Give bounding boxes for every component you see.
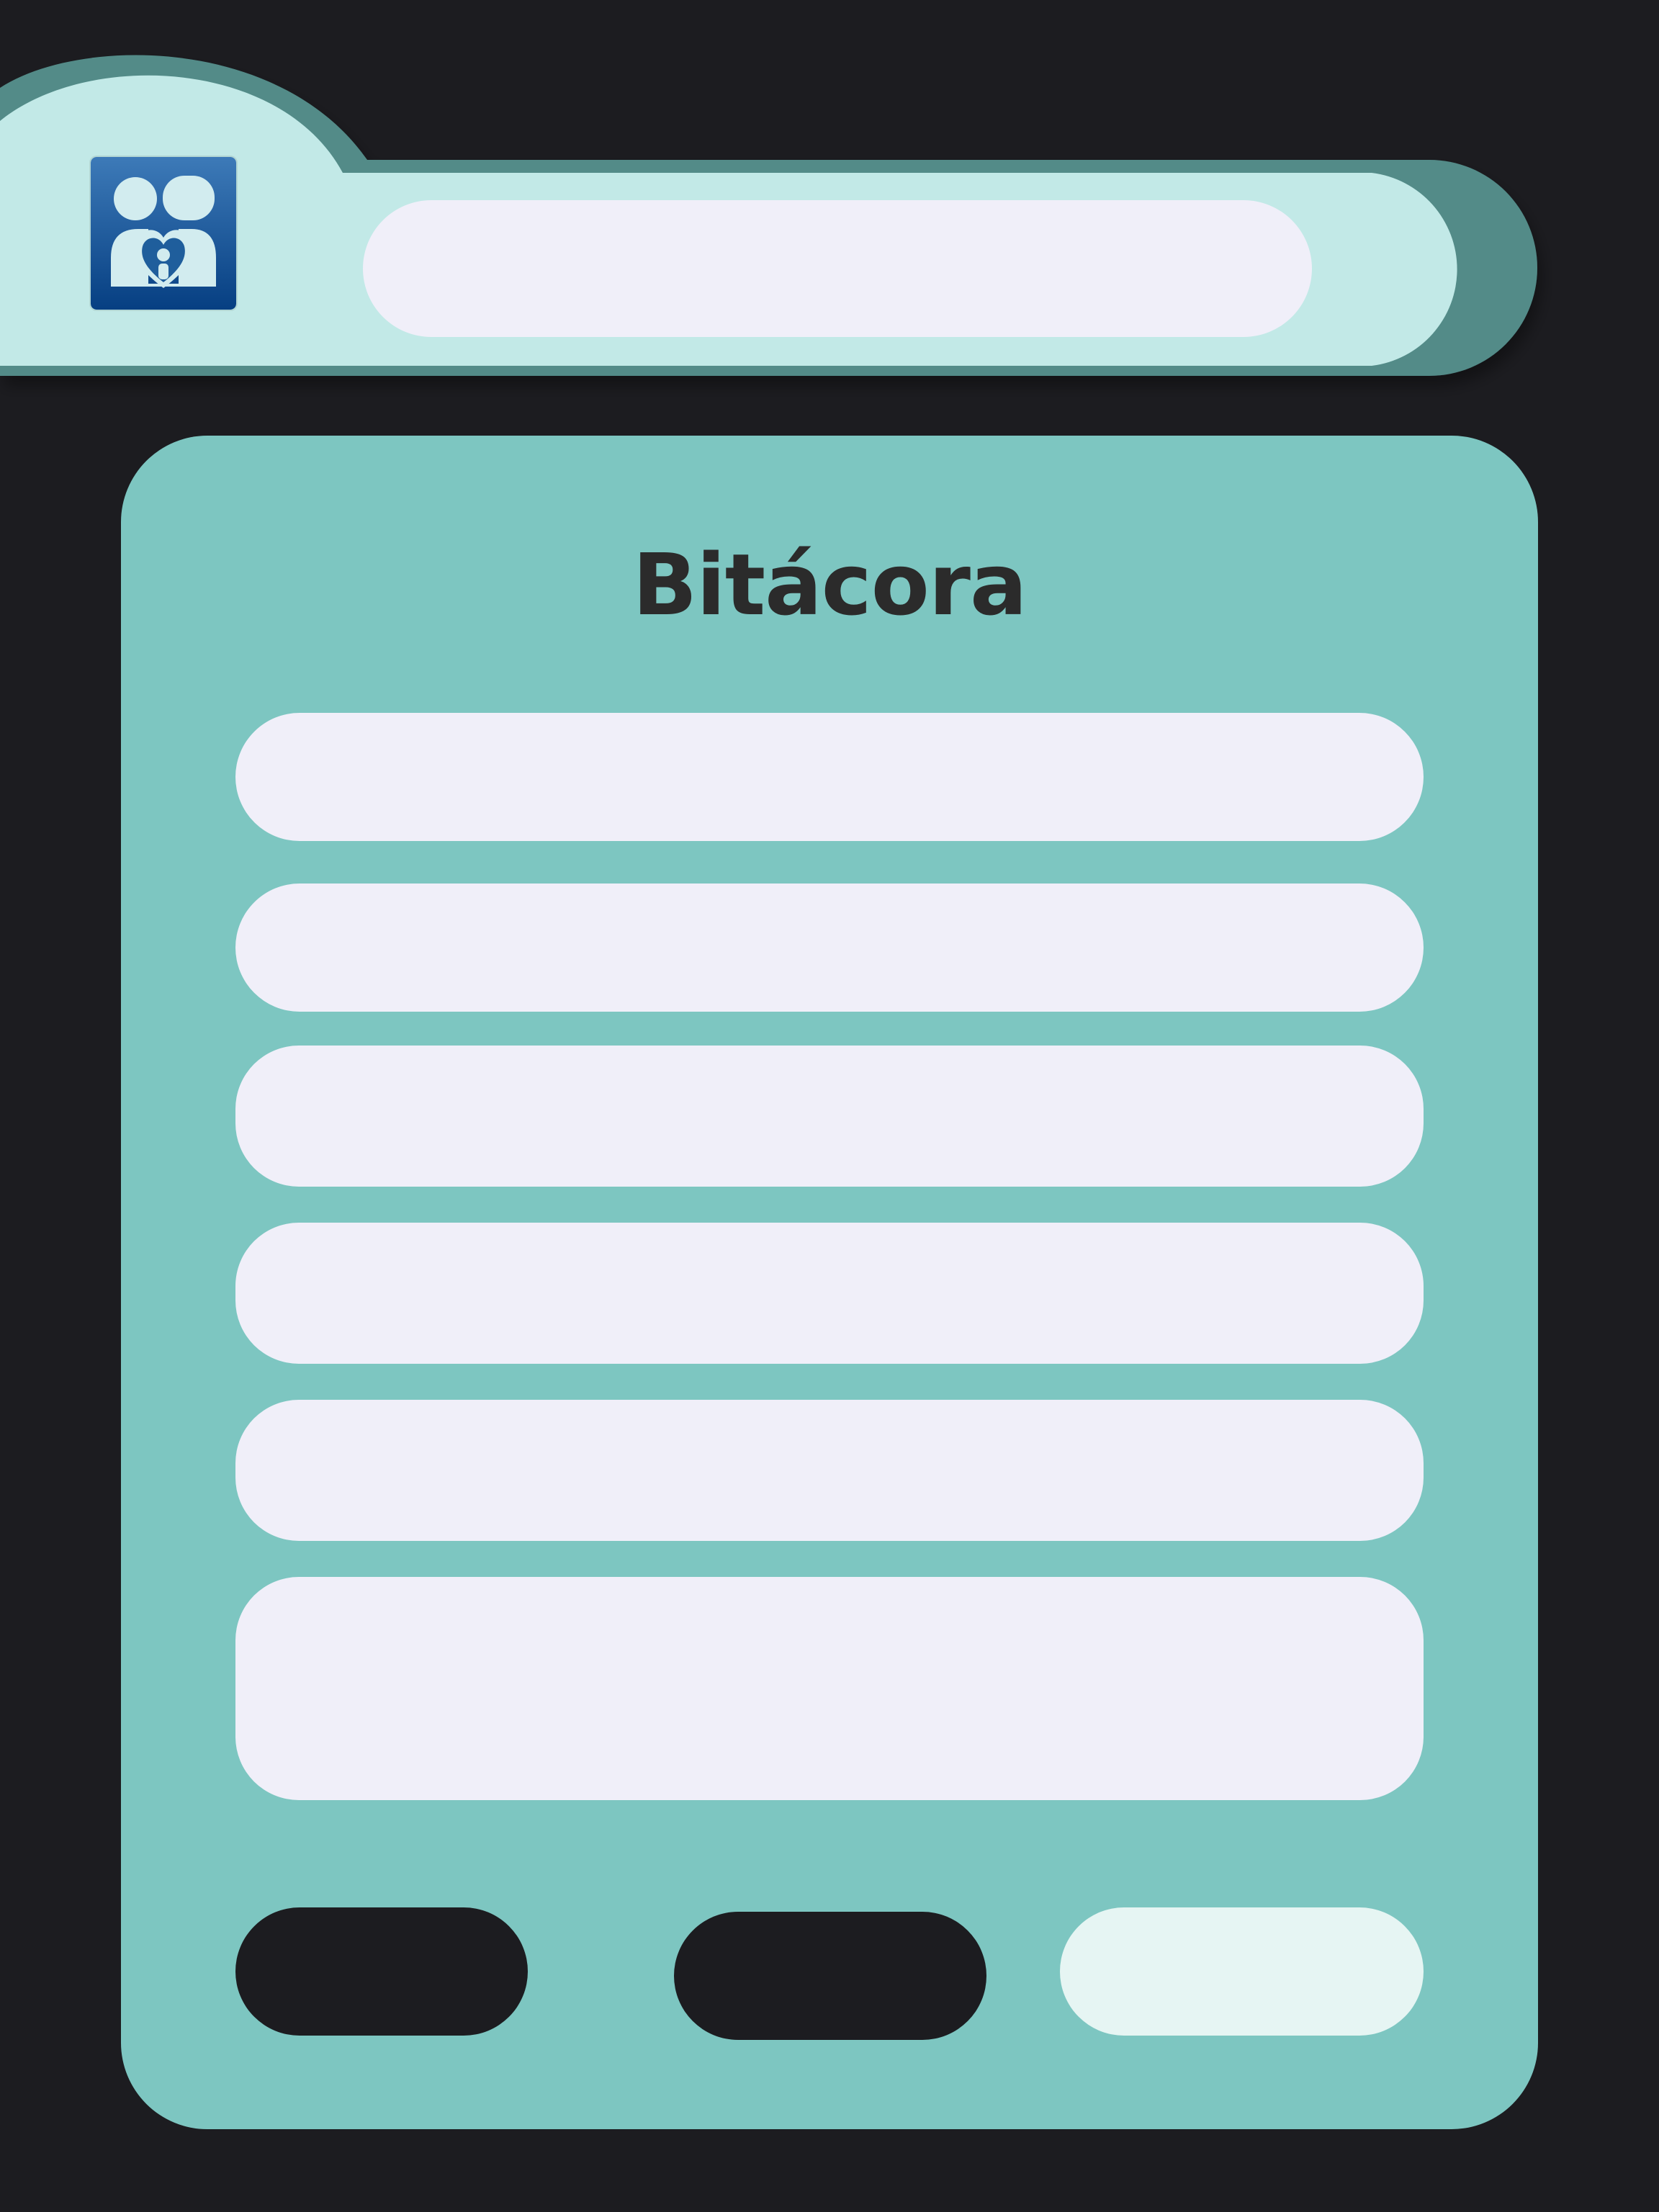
app-header <box>0 0 1659 403</box>
form-field-3[interactable] <box>235 1046 1424 1187</box>
form-field-2[interactable] <box>235 884 1424 1012</box>
action-button-3[interactable] <box>1060 1907 1424 2036</box>
form-field-4[interactable] <box>235 1223 1424 1364</box>
form-field-1[interactable] <box>235 713 1424 841</box>
form-field-5[interactable] <box>235 1400 1424 1541</box>
family-logo-icon <box>91 157 236 310</box>
action-button-2[interactable] <box>674 1912 986 2040</box>
action-button-1[interactable] <box>235 1907 528 2036</box>
search-input[interactable] <box>363 200 1312 337</box>
page-title: Bitácora <box>632 535 1027 634</box>
form-textarea[interactable] <box>235 1577 1424 1800</box>
bitacora-card: Bitácora <box>121 436 1538 2129</box>
